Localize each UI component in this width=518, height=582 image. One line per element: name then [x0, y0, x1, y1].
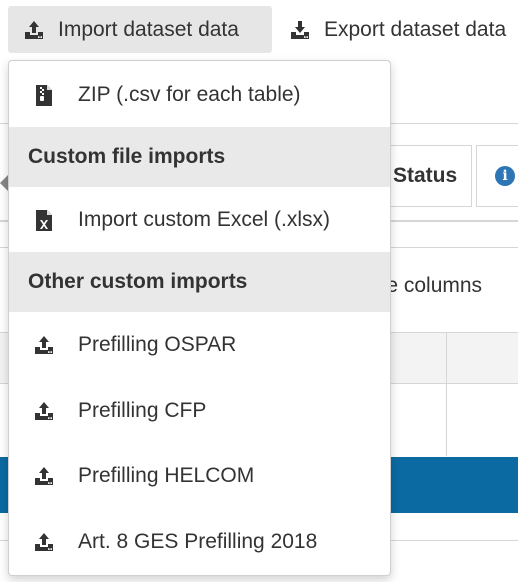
menu-header-other-custom: Other custom imports	[9, 252, 390, 312]
menu-item-label: Prefilling OSPAR	[78, 333, 237, 356]
menu-item-zip-label: ZIP (.csv for each table)	[78, 83, 301, 106]
menu-item-zip[interactable]: ZIP (.csv for each table)	[9, 63, 390, 127]
menu-header-custom-file-label: Custom file imports	[28, 145, 226, 168]
menu-item-label: Prefilling CFP	[78, 399, 207, 422]
download-icon	[290, 20, 310, 40]
info-icon: i	[495, 166, 515, 186]
upload-icon	[34, 401, 54, 421]
zip-file-icon	[34, 84, 54, 106]
menu-item-import-excel-label: Import custom Excel (.xlsx)	[78, 208, 331, 231]
menu-item-prefilling-helcom[interactable]: Prefilling HELCOM	[9, 444, 390, 508]
menu-item-label: Prefilling HELCOM	[78, 464, 255, 487]
import-dataset-button[interactable]: Import dataset data	[8, 6, 272, 53]
menu-header-other-custom-label: Other custom imports	[28, 270, 248, 293]
menu-header-custom-file: Custom file imports	[9, 127, 390, 187]
upload-icon	[24, 20, 44, 40]
upload-icon	[34, 532, 54, 552]
menu-item-import-excel[interactable]: Import custom Excel (.xlsx)	[9, 188, 390, 252]
upload-icon	[34, 466, 54, 486]
menu-item-art8-ges-prefilling[interactable]: Art. 8 GES Prefilling 2018	[9, 510, 390, 574]
import-dropdown-menu: ZIP (.csv for each table) Custom file im…	[8, 60, 391, 576]
import-dataset-label: Import dataset data	[58, 17, 239, 41]
tab-info[interactable]: i	[476, 145, 518, 207]
tab-status-label: Status	[393, 164, 458, 187]
excel-file-icon	[34, 209, 54, 231]
menu-item-prefilling-ospar[interactable]: Prefilling OSPAR	[9, 313, 390, 377]
table-column-divider	[446, 332, 447, 456]
export-dataset-button[interactable]: Export dataset data	[290, 6, 518, 53]
menu-item-prefilling-cfp[interactable]: Prefilling CFP	[9, 379, 390, 443]
upload-icon	[34, 335, 54, 355]
export-dataset-label: Export dataset data	[324, 17, 507, 41]
menu-item-label: Art. 8 GES Prefilling 2018	[78, 530, 318, 553]
